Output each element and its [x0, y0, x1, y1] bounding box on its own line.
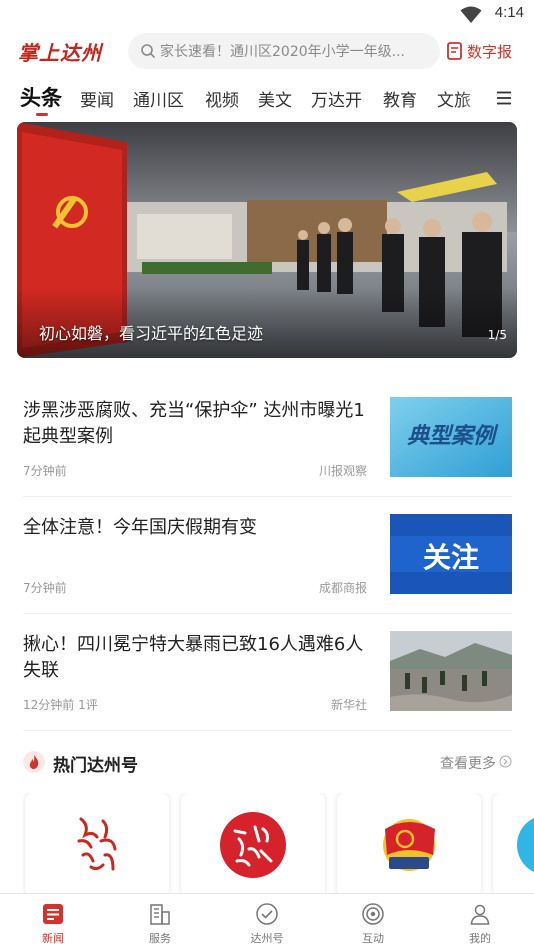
search-placeholder: 家长速看！通川区2020年小学一年级... — [160, 44, 405, 60]
account-card-dazhou-evening[interactable] — [181, 793, 325, 893]
flood-rescue-image — [390, 631, 512, 711]
nav-news[interactable]: 新闻 — [13, 894, 93, 949]
category-tabs: 头条 要闻 通川区 视频 美文 万达开 教育 文旅 — [0, 80, 534, 120]
news-source: 成都商报 — [318, 581, 367, 595]
nav-label: 互动 — [362, 932, 384, 945]
search-bar[interactable]: 家长速看！通川区2020年小学一年级... — [128, 33, 440, 69]
tab-headlines[interactable]: 头条 — [20, 82, 62, 112]
tab-news[interactable]: 要闻 — [80, 86, 114, 111]
tab-tongchuan[interactable]: 通川区 — [133, 86, 184, 111]
divider — [23, 730, 512, 731]
news-title: 涉黑涉恶腐败、充当“保护伞” 达州市曝光1起典型案例 — [23, 400, 365, 447]
tab-fade — [460, 80, 486, 118]
attention-image: 关注 — [390, 514, 512, 594]
search-icon — [141, 44, 155, 58]
status-time: 4:14 — [494, 4, 524, 21]
thumb-text: 关注 — [423, 541, 479, 574]
dazhou-evening-logo — [220, 812, 286, 878]
user-icon — [470, 904, 490, 925]
news-item[interactable]: 揪心！四川冕宁特大暴雨已致16人遇难6人失联 12分钟前 1评 新华社 — [23, 626, 512, 724]
nav-label: 达州号 — [250, 932, 284, 945]
epaper-icon — [447, 42, 462, 60]
account-card-dazhou-pioneer[interactable] — [337, 793, 481, 893]
news-icon — [43, 904, 63, 924]
nav-interaction[interactable]: 互动 — [333, 894, 413, 949]
dazhou-daily-logo — [77, 817, 117, 871]
news-thumbnail: 典型案例 — [390, 397, 512, 477]
app-logo[interactable]: 掌上达州 — [18, 37, 102, 66]
hot-accounts-carousel — [23, 793, 534, 893]
app-header: 掌上达州 家长速看！通川区2020年小学一年级... 数字报 — [0, 33, 534, 71]
active-tab-indicator — [36, 113, 48, 116]
nav-profile[interactable]: 我的 — [440, 894, 520, 949]
chevron-right-circle-icon[interactable] — [499, 755, 512, 768]
typical-case-image: 典型案例 — [390, 397, 512, 477]
news-time: 12分钟前 1评 — [23, 698, 98, 712]
bottom-navigation: 新闻 服务 达州号 互动 我的 — [0, 893, 534, 949]
nav-label: 服务 — [149, 932, 171, 945]
account-card-dazhou-daily[interactable] — [25, 793, 169, 893]
headline-banner[interactable]: 初心如磐，看习近平的红色足迹 1/5 — [17, 122, 517, 358]
news-source: 新华社 — [330, 698, 367, 712]
nav-dazhou-accounts[interactable]: 达州号 — [227, 894, 307, 949]
news-thumbnail: 关注 — [390, 514, 512, 594]
banner-counter: 1/5 — [487, 328, 507, 342]
news-time: 7分钟前 — [23, 581, 67, 595]
epaper-label: 数字报 — [467, 42, 513, 61]
tab-essay[interactable]: 美文 — [258, 86, 292, 111]
news-time: 7分钟前 — [23, 464, 67, 478]
nav-label: 我的 — [469, 932, 491, 945]
divider — [23, 496, 512, 497]
divider — [23, 613, 512, 614]
banner-caption: 初心如磐，看习近平的红色足迹 — [39, 324, 264, 343]
news-source: 川报观察 — [318, 464, 367, 478]
account-card-partial[interactable] — [493, 793, 534, 893]
news-title: 揪心！四川冕宁特大暴雨已致16人遇难6人失联 — [23, 634, 364, 681]
dazhou-pioneer-logo — [383, 819, 435, 871]
nav-label: 新闻 — [42, 932, 64, 945]
epaper-button[interactable]: 数字报 — [446, 39, 512, 63]
status-bar: 4:14 — [0, 0, 534, 30]
news-item[interactable]: 涉黑涉恶腐败、充当“保护伞” 达州市曝光1起典型案例 7分钟前 川报观察 典型案… — [23, 392, 512, 490]
hot-accounts-header: 热门达州号 查看更多 — [23, 750, 512, 776]
menu-icon[interactable] — [496, 90, 512, 106]
building-icon — [150, 904, 170, 925]
news-item[interactable]: 全体注意！今年国庆假期有变 7分钟前 成都商报 关注 — [23, 509, 512, 607]
tab-video[interactable]: 视频 — [205, 86, 239, 111]
target-icon — [362, 903, 384, 925]
wifi-icon — [460, 6, 482, 23]
thumb-text: 典型案例 — [407, 423, 499, 449]
news-thumbnail — [390, 631, 512, 711]
flame-icon — [23, 751, 45, 773]
tab-wandakai[interactable]: 万达开 — [311, 86, 362, 111]
section-title: 热门达州号 — [53, 756, 138, 776]
view-more-link[interactable]: 查看更多 — [440, 753, 496, 773]
tab-education[interactable]: 教育 — [383, 86, 417, 111]
check-circle-icon — [256, 903, 278, 925]
nav-services[interactable]: 服务 — [120, 894, 200, 949]
news-comments: 1评 — [78, 698, 98, 712]
account-logo — [517, 817, 534, 873]
news-title: 全体注意！今年国庆假期有变 — [23, 517, 257, 538]
